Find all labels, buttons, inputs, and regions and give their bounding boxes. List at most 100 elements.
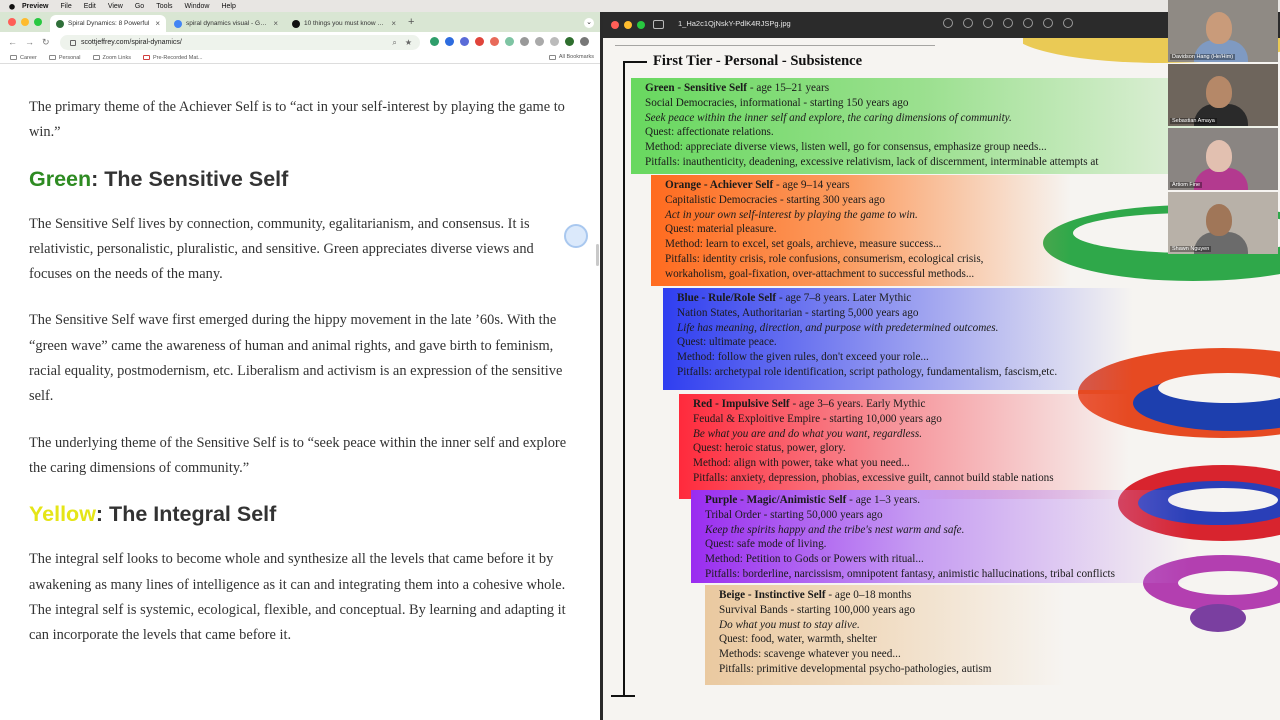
maximize-window-icon[interactable] [34,18,42,26]
maximize-window-icon[interactable] [637,21,645,29]
paragraph-achiever-theme: The primary theme of the Achiever Self i… [29,99,565,141]
level-quest: Quest: safe mode of living. [705,538,827,551]
level-motto: Act in your own self-interest by playing… [665,208,918,221]
close-window-icon[interactable] [611,21,619,29]
tab-google-search[interactable]: spiral dynamics visual - Goog × [168,15,284,32]
level-age: - age 7–8 years. Later Mythic [776,292,912,304]
tab-bar: Spiral Dynamics: 8 Powerful × spiral dyn… [0,12,600,32]
level-motto: Do what you must to stay alive. [719,618,860,631]
zoom-out-icon[interactable] [963,18,973,28]
minimize-window-icon[interactable] [624,21,632,29]
menu-file[interactable]: File [60,3,71,10]
level-pitfalls: Pitfalls: identity crisis, role confusio… [665,252,984,265]
extension-icon[interactable] [505,37,514,46]
reload-icon[interactable]: ↻ [42,37,50,48]
extension-icon[interactable] [430,37,439,46]
folder-icon [548,54,556,60]
level-age: - age 15–21 years [747,82,830,94]
sidebar-toggle-icon[interactable] [653,20,664,29]
heading-yellow-integral-self: Yellow: The Integral Self [29,502,570,527]
menu-app-name[interactable]: Preview [22,3,48,10]
bookmark-page-icon [142,55,150,60]
menu-go[interactable]: Go [135,3,144,10]
participant-tile[interactable]: Artiom Fine [1168,128,1278,190]
address-bar[interactable]: scottjeffrey.com/spiral-dynamics/ ⌕ ★ [60,35,420,50]
menu-tools[interactable]: Tools [156,3,172,10]
close-tab-icon[interactable]: × [155,19,160,28]
menu-edit[interactable]: Edit [84,3,96,10]
zoom-icon[interactable]: ⌕ [392,38,396,48]
level-method: Method: Petition to Gods or Powers with … [705,553,924,566]
extension-icon[interactable] [475,37,484,46]
participant-tile[interactable]: Shawn Nguyen [1168,192,1278,254]
image-header-strip [615,40,935,46]
level-red-impulsive-self: Red - Impulsive Self - age 3–6 years. Ea… [679,394,1129,499]
all-bookmarks[interactable]: All Bookmarks [548,54,594,60]
tab-spiral-dynamics[interactable]: Spiral Dynamics: 8 Powerful × [50,15,166,32]
paragraph-sensitive-3: The underlying theme of the Sensitive Se… [29,434,567,476]
heading-title: : The Integral Self [95,502,277,527]
video-call-gallery: Davidson Hang (He/Him) Sebastian Amaya A… [1167,0,1280,260]
participant-name: Davidson Hang (He/Him) [1170,54,1236,60]
site-info-icon[interactable] [70,39,76,46]
close-tab-icon[interactable]: × [273,19,278,28]
tab-search-icon[interactable]: ⌄ [584,18,594,28]
tab-ten-things[interactable]: 10 things you must know abo × [286,15,402,32]
markup-icon[interactable] [1023,18,1033,28]
chrome-menu-icon[interactable] [580,37,589,46]
spiral-band-purple-inner [1178,571,1278,595]
profile-avatar[interactable] [565,37,574,46]
new-tab-icon[interactable]: + [408,16,414,28]
bookmark-pre-recorded[interactable]: Pre-Recorded Mat... [142,55,203,61]
bookmark-label: Career [20,54,37,61]
folder-icon [10,55,17,60]
participant-tile[interactable]: Sebastian Amaya [1168,64,1278,126]
forward-icon[interactable]: → [25,37,34,47]
annotate-icon[interactable] [1063,18,1073,28]
bookmark-career[interactable]: Career [10,55,37,61]
heading-title: : The Sensitive Self [91,166,289,191]
extensions-puzzle-icon[interactable] [520,37,529,46]
extension-icon[interactable] [445,37,454,46]
info-icon[interactable] [943,18,953,28]
tier-bracket-bottom [611,695,635,697]
medium-favicon-icon [292,19,300,28]
document-filename: 1_Ha2c1QjNskY-PdlK4RJSPg.jpg [678,19,791,28]
level-society: Capitalistic Democracies - starting 300 … [665,193,885,206]
tab-title: Spiral Dynamics: 8 Powerful [68,20,150,27]
spiral-band-beige [1190,604,1246,632]
level-society: Feudal & Exploitive Empire - starting 10… [693,412,942,425]
scrollbar[interactable] [596,244,599,266]
share-icon[interactable] [1003,18,1013,28]
bookmark-label: Personal [58,54,81,61]
participant-name: Shawn Nguyen [1170,246,1212,252]
bookmark-zoom-links[interactable]: Zoom Links [92,55,131,61]
level-pitfalls-continued: workaholism, goal-fixation, over-attachm… [665,267,975,280]
minimize-window-icon[interactable] [21,18,29,26]
chrome-window: Spiral Dynamics: 8 Powerful × spiral dyn… [0,12,600,720]
sidebar-icon[interactable] [550,37,559,46]
window-controls [611,21,645,29]
level-name: Beige - Instinctive Self [719,589,826,601]
level-pitfalls: Pitfalls: borderline, narcissism, omnipo… [705,567,1116,580]
menu-help[interactable]: Help [221,3,235,10]
extension-icon[interactable] [490,37,499,46]
apple-icon[interactable] [8,2,16,10]
close-tab-icon[interactable]: × [391,19,396,28]
back-icon[interactable]: ← [8,37,17,47]
download-icon[interactable] [535,37,544,46]
bookmark-personal[interactable]: Personal [48,54,81,61]
extension-icon[interactable] [460,37,469,46]
bookmark-star-icon[interactable]: ★ [405,38,412,47]
participant-face [1206,76,1232,108]
participant-name: Artiom Fine [1170,182,1203,188]
rotate-icon[interactable] [1043,18,1053,28]
close-window-icon[interactable] [8,18,16,26]
menu-view[interactable]: View [108,3,123,10]
level-beige-instinctive-self: Beige - Instinctive Self - age 0–18 mont… [705,585,1065,685]
participant-face [1206,12,1232,44]
level-blue-rule-role-self: Blue - Rule/Role Self - age 7–8 years. L… [663,288,1133,390]
participant-tile[interactable]: Davidson Hang (He/Him) [1168,0,1278,62]
menu-window[interactable]: Window [185,3,210,10]
zoom-in-icon[interactable] [983,18,993,28]
